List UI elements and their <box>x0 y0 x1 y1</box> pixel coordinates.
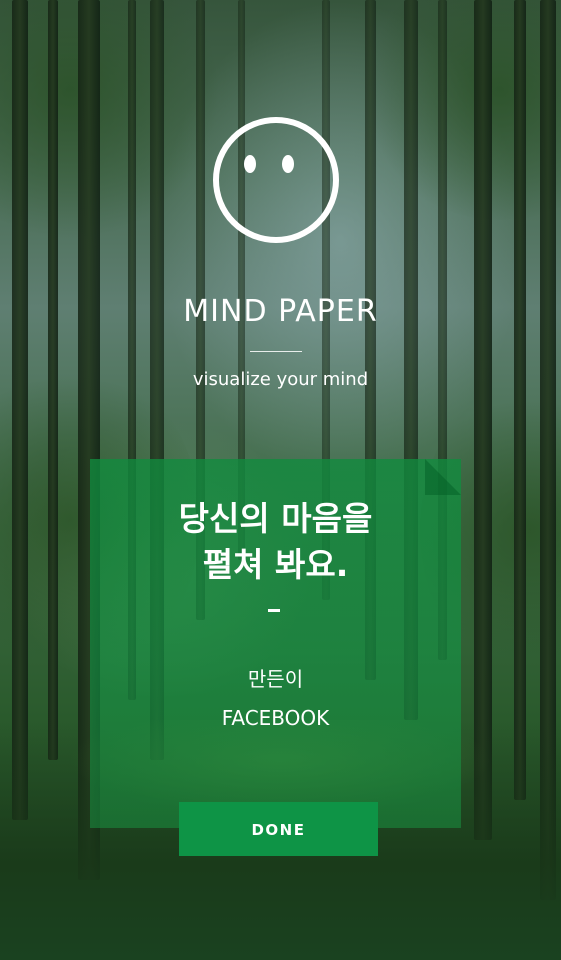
right-eye <box>282 155 294 173</box>
facebook-link[interactable]: FACEBOOK <box>90 706 461 730</box>
app-tagline: visualize your mind <box>192 369 369 390</box>
splash-screen: MIND PAPER visualize your mind 당신의 마음을 펼… <box>0 0 561 960</box>
maker-label: 만든이 <box>247 667 304 691</box>
headline-line-2: 펼쳐 봐요. <box>202 545 349 584</box>
card-headline: 당신의 마음을 펼쳐 봐요. <box>90 496 461 588</box>
separator-dash <box>268 609 280 612</box>
left-eye <box>244 155 256 173</box>
title-divider <box>250 351 302 352</box>
headline-line-1: 당신의 마음을 <box>178 499 373 538</box>
card-corner-fold <box>425 459 461 495</box>
app-title: MIND PAPER <box>183 294 378 329</box>
smiley-face-icon <box>213 117 339 243</box>
done-button[interactable]: DONE <box>179 802 378 856</box>
intro-card: 당신의 마음을 펼쳐 봐요. 만든이 FACEBOOK <box>90 459 461 828</box>
